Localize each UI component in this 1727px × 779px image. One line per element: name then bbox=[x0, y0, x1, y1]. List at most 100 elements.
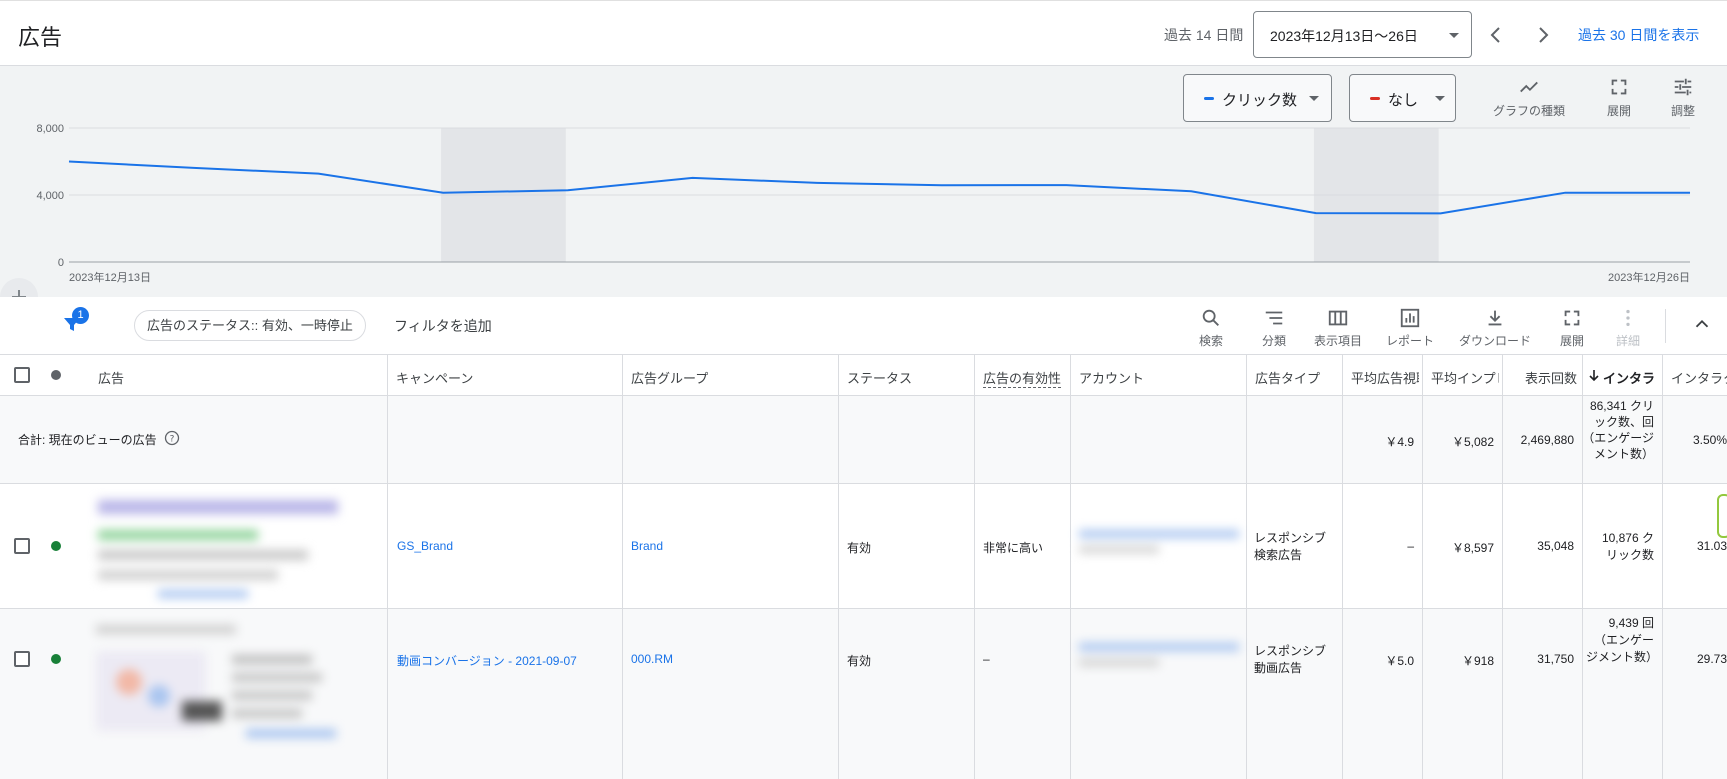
total-row: 合計: 現在のビューの広告 ? ￥4.9 ￥5,082 2,469,880 86… bbox=[0, 396, 1727, 484]
account-name-blurred[interactable] bbox=[1079, 530, 1239, 560]
account-name-blurred[interactable] bbox=[1079, 643, 1239, 673]
more-vert-icon bbox=[1617, 307, 1639, 329]
recommendation-badge[interactable] bbox=[1717, 494, 1727, 538]
campaign-link[interactable]: GS_Brand bbox=[397, 539, 453, 553]
filter-count-badge: 1 bbox=[72, 307, 89, 324]
table-expand-label: 展開 bbox=[1557, 332, 1587, 349]
chevron-down-icon bbox=[1449, 33, 1459, 38]
total-impressions: 2,469,880 bbox=[1521, 433, 1574, 447]
status-dot-icon bbox=[51, 654, 61, 664]
ad-type-text: レスポンシブ 検索広告 bbox=[1254, 530, 1336, 564]
col-header-ad[interactable]: 広告 bbox=[98, 368, 124, 387]
status-text[interactable]: 有効 bbox=[847, 539, 871, 556]
report-tool-button[interactable]: レポート bbox=[1384, 307, 1436, 349]
avg-imp-cost: ￥8,597 bbox=[1452, 539, 1494, 556]
x-tick-label: 2023年12月13日 bbox=[69, 270, 151, 284]
row-checkbox[interactable] bbox=[14, 538, 30, 554]
ad-type-text: レスポンシブ 動画広告 bbox=[1254, 643, 1336, 677]
svg-text:?: ? bbox=[170, 435, 175, 445]
search-icon bbox=[1200, 307, 1222, 329]
tune-icon bbox=[1672, 76, 1694, 98]
col-header-avg-view-cost[interactable]: 平均広告視聴 bbox=[1351, 368, 1419, 387]
col-header-interaction-rate[interactable]: インタラク bbox=[1671, 368, 1727, 387]
select-all-checkbox[interactable] bbox=[14, 367, 30, 383]
status-filter-chip[interactable]: 広告のステータス:: 有効、一時停止 bbox=[134, 310, 366, 341]
ad-group-link[interactable]: Brand bbox=[631, 539, 663, 553]
columns-tool-label: 表示項目 bbox=[1310, 332, 1366, 349]
col-header-impressions[interactable]: 表示回数 bbox=[1525, 368, 1577, 387]
col-header-ad-strength[interactable]: 広告の有効性 bbox=[983, 368, 1061, 388]
col-header-avg-imp-cost[interactable]: 平均インプレ bbox=[1431, 368, 1499, 387]
metric2-label: なし bbox=[1388, 89, 1418, 110]
previous-period-button[interactable] bbox=[1480, 19, 1512, 51]
graph-type-label: グラフの種類 bbox=[1490, 102, 1568, 119]
total-avg-view-cost: ￥4.9 bbox=[1385, 433, 1414, 450]
chevron-right-icon bbox=[1527, 19, 1559, 51]
fullscreen-icon bbox=[1561, 307, 1583, 329]
ad-preview-thumbnail[interactable] bbox=[96, 625, 352, 765]
col-header-account[interactable]: アカウント bbox=[1079, 368, 1144, 387]
ad-strength-text: – bbox=[983, 652, 990, 666]
top-header: 広告 過去 14 日間 2023年12月13日〜26日 過去 30 日間を表示 bbox=[0, 0, 1727, 66]
chevron-down-icon bbox=[1435, 96, 1445, 101]
y-tick-label: 0 bbox=[58, 257, 64, 269]
details-tool-label: 詳細 bbox=[1613, 332, 1643, 349]
col-header-ad-group[interactable]: 広告グループ bbox=[631, 368, 708, 387]
status-text[interactable]: 有効 bbox=[847, 652, 871, 669]
table-expand-button[interactable]: 展開 bbox=[1557, 307, 1587, 349]
ad-strength-text: 非常に高い bbox=[983, 539, 1043, 556]
impressions: 35,048 bbox=[1537, 539, 1574, 553]
avg-view-cost: ￥5.0 bbox=[1385, 652, 1414, 669]
chart-adjust-label: 調整 bbox=[1666, 102, 1700, 119]
download-tool-label: ダウンロード bbox=[1457, 332, 1533, 349]
columns-icon bbox=[1327, 307, 1349, 329]
toolbar-divider bbox=[1665, 309, 1666, 343]
graph-type-button[interactable]: グラフの種類 bbox=[1490, 76, 1568, 119]
segment-icon bbox=[1263, 307, 1285, 329]
total-label: 合計: 現在のビューの広告 bbox=[18, 431, 157, 448]
y-tick-label: 4,000 bbox=[36, 190, 64, 202]
segment-tool-button[interactable]: 分類 bbox=[1259, 307, 1289, 349]
series-line-clicks bbox=[69, 162, 1690, 214]
fullscreen-icon bbox=[1608, 76, 1630, 98]
date-range-select[interactable]: 2023年12月13日〜26日 bbox=[1253, 11, 1472, 58]
search-tool-button[interactable]: 検索 bbox=[1196, 307, 1226, 349]
campaign-link[interactable]: 動画コンバージョン - 2021-09-07 bbox=[397, 652, 577, 669]
metric2-select[interactable]: なし bbox=[1349, 74, 1456, 122]
arrow-down-icon bbox=[1587, 368, 1601, 382]
avg-imp-cost: ￥918 bbox=[1462, 652, 1494, 669]
col-header-campaign[interactable]: キャンペーン bbox=[396, 368, 473, 387]
collapse-button[interactable] bbox=[1690, 313, 1714, 335]
chevron-down-icon bbox=[1309, 96, 1319, 101]
table-row: 動画コンバージョン - 2021-09-07 000.RM 有効 – レスポンシ… bbox=[0, 609, 1727, 779]
y-tick-label: 8,000 bbox=[36, 123, 64, 135]
download-tool-button[interactable]: ダウンロード bbox=[1457, 307, 1533, 349]
interactions: 10,876 クリック数 bbox=[1592, 530, 1654, 564]
help-icon[interactable]: ? bbox=[164, 430, 180, 446]
row-checkbox[interactable] bbox=[14, 651, 30, 667]
metric1-label: クリック数 bbox=[1222, 89, 1297, 110]
columns-tool-button[interactable]: 表示項目 bbox=[1310, 307, 1366, 349]
show-30-days-link[interactable]: 過去 30 日間を表示 bbox=[1578, 25, 1699, 45]
metric1-select[interactable]: クリック数 bbox=[1183, 74, 1332, 122]
details-tool-button[interactable]: 詳細 bbox=[1613, 307, 1643, 349]
col-header-interactions[interactable]: インタラ bbox=[1603, 368, 1659, 387]
next-period-button[interactable] bbox=[1527, 19, 1559, 51]
avg-view-cost: – bbox=[1407, 539, 1414, 553]
total-avg-imp-cost: ￥5,082 bbox=[1452, 433, 1494, 450]
chart-expand-button[interactable]: 展開 bbox=[1602, 76, 1636, 119]
add-filter-link[interactable]: フィルタを追加 bbox=[394, 316, 492, 336]
ad-group-link[interactable]: 000.RM bbox=[631, 652, 673, 666]
interaction-rate: 29.73 bbox=[1697, 652, 1727, 666]
col-header-ad-type[interactable]: 広告タイプ bbox=[1255, 368, 1320, 387]
status-dot-icon bbox=[51, 370, 61, 380]
filter-toolbar: 1 広告のステータス:: 有効、一時停止 フィルタを追加 検索 分類 表示項目 … bbox=[0, 297, 1727, 355]
col-header-status[interactable]: ステータス bbox=[847, 368, 912, 387]
chart-adjust-button[interactable]: 調整 bbox=[1666, 76, 1700, 119]
total-interaction-rate: 3.50% bbox=[1693, 433, 1727, 447]
search-tool-label: 検索 bbox=[1196, 332, 1226, 349]
chevron-left-icon bbox=[1480, 19, 1512, 51]
ad-preview-thumbnail[interactable] bbox=[98, 496, 348, 596]
line-chart: 8,0004,00002023年12月13日2023年12月26日 bbox=[0, 66, 1727, 297]
bar-chart-icon bbox=[1399, 307, 1421, 329]
